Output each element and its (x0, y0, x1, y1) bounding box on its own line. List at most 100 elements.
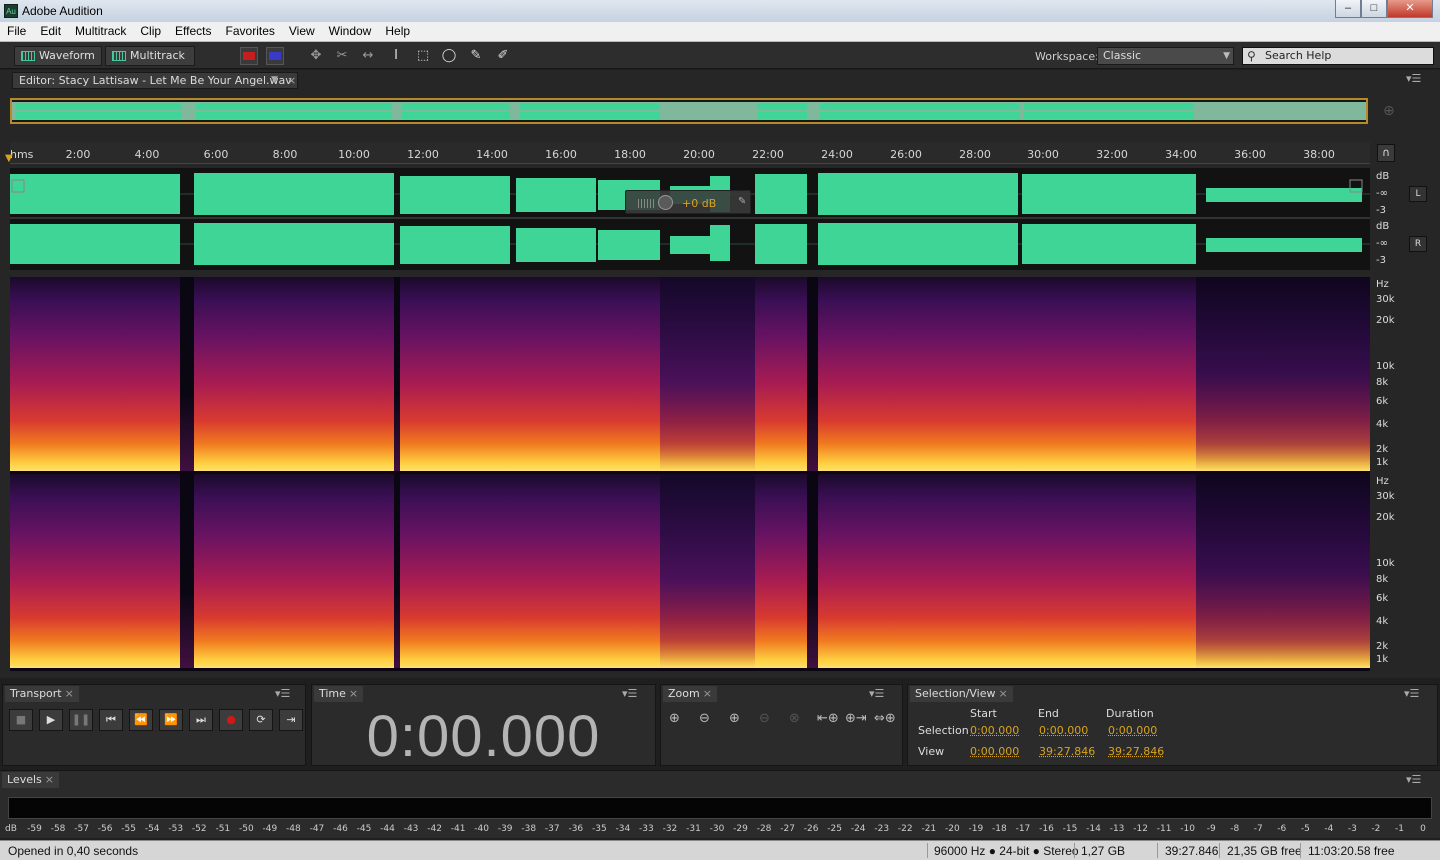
zoom-tab[interactable]: Zoom × (663, 686, 717, 702)
headphones-monitor-button[interactable]: ∩ (1377, 144, 1395, 162)
rewind-button[interactable]: ⏪ (129, 709, 153, 731)
record-button[interactable]: ● (219, 709, 243, 731)
close-tab-icon[interactable]: × (999, 687, 1008, 700)
right-channel-toggle[interactable]: R (1409, 236, 1427, 252)
zoom-in-amplitude-icon[interactable]: ⊕ (669, 711, 680, 726)
play-button[interactable]: ▶ (39, 709, 63, 731)
panel-menu-icon[interactable]: ▾☰ (1404, 687, 1419, 700)
zoom-in-at-start-icon[interactable]: ⇤⊕ (817, 711, 839, 726)
ruler-tick: 14:00 (476, 148, 508, 161)
pause-button[interactable]: ❚❚ (69, 709, 93, 731)
close-tab-icon[interactable]: × (65, 687, 74, 700)
close-editor-tab-icon[interactable]: × (287, 73, 296, 88)
panel-menu-icon[interactable]: ▾☰ (1406, 773, 1421, 786)
window-title: Adobe Audition (22, 4, 103, 18)
menu-clip[interactable]: Clip (133, 22, 168, 41)
spectrogram-gap (394, 474, 400, 668)
playhead-marker-icon[interactable]: ▼ (5, 153, 13, 164)
zoom-out-time-icon[interactable]: ⊖ (759, 711, 770, 726)
workspace-value: Classic (1103, 49, 1142, 62)
close-tab-icon[interactable]: × (349, 687, 358, 700)
spectral-frequency-display-button[interactable] (240, 47, 258, 65)
marquee-selection-tool-icon[interactable]: ⬚ (414, 47, 432, 65)
hud-gain-value: +0 dB (682, 197, 717, 210)
waveform-display[interactable] (10, 168, 1370, 270)
panel-menu-icon[interactable]: ▾☰ (1406, 72, 1421, 85)
close-tab-icon[interactable]: × (45, 773, 54, 786)
close-button[interactable]: ✕ (1387, 0, 1433, 18)
maximize-button[interactable]: □ (1361, 0, 1387, 18)
lasso-selection-tool-icon[interactable]: ◯ (440, 47, 458, 65)
panel-menu-icon[interactable]: ▾☰ (869, 687, 884, 700)
menu-favorites[interactable]: Favorites (219, 22, 282, 41)
menu-file[interactable]: File (0, 22, 33, 41)
view-end-value[interactable]: 39:27.846 (1039, 745, 1095, 758)
level-scale-tick: -54 (144, 824, 160, 834)
amplitude-hud[interactable]: +0 dB ✎ (625, 190, 751, 214)
menu-multitrack[interactable]: Multitrack (68, 22, 133, 41)
free-recording-time: 11:03:20.58 free (1308, 844, 1395, 858)
audio-format: 96000 Hz ● 24-bit ● Stereo (934, 844, 1079, 858)
spectral-pitch-display-button[interactable] (266, 47, 284, 65)
spectral-frequency-display[interactable] (10, 277, 1370, 671)
view-duration-value[interactable]: 39:27.846 (1108, 745, 1164, 758)
zoom-in-time-icon[interactable]: ⊕ (729, 711, 740, 726)
selection-start-value[interactable]: 0:00.000 (970, 724, 1019, 737)
overview-navigator[interactable] (10, 98, 1368, 124)
waveform-view-button[interactable]: Waveform (14, 46, 102, 66)
divider (1300, 843, 1301, 858)
search-help-input[interactable]: ⚲ Search Help (1242, 47, 1434, 65)
menu-view[interactable]: View (282, 22, 322, 41)
editor-tab[interactable]: Editor: Stacy Lattisaw - Let Me Be Your … (12, 72, 298, 89)
menu-window[interactable]: Window (322, 22, 379, 41)
level-scale-tick: -43 (403, 824, 419, 834)
level-scale-tick: -46 (333, 824, 348, 834)
razor-tool-icon[interactable]: ✂ (333, 47, 351, 65)
hz-30k: 30k (1376, 294, 1395, 305)
spot-healing-brush-tool-icon[interactable]: ✐ (494, 47, 512, 65)
level-scale-tick: -6 (1277, 824, 1287, 834)
skip-selection-button[interactable]: ⇥ (279, 709, 303, 731)
loop-playback-button[interactable]: ⟳ (249, 709, 273, 731)
transport-tab[interactable]: Transport × (5, 686, 79, 702)
level-scale-tick: -21 (921, 824, 937, 834)
minimize-button[interactable]: – (1335, 0, 1361, 18)
paintbrush-selection-tool-icon[interactable]: ✎ (467, 47, 485, 65)
levels-tab[interactable]: Levels × (2, 772, 59, 788)
view-start-value[interactable]: 0:00.000 (970, 745, 1019, 758)
pin-icon[interactable]: ✎ (738, 196, 746, 207)
fast-forward-button[interactable]: ⏩ (159, 709, 183, 731)
stop-button[interactable]: ■ (9, 709, 33, 731)
go-to-start-button[interactable]: ⏮ (99, 709, 123, 731)
time-selection-tool-icon[interactable]: I (387, 47, 405, 65)
workspace-dropdown[interactable]: Classic ▼ (1097, 47, 1234, 65)
multitrack-view-button[interactable]: Multitrack (105, 46, 195, 66)
menu-effects[interactable]: Effects (168, 22, 218, 41)
menu-edit[interactable]: Edit (33, 22, 68, 41)
level-scale-tick: -35 (591, 824, 607, 834)
ruler-tick: 24:00 (821, 148, 853, 161)
zoom-in-at-end-icon[interactable]: ⊕⇥ (845, 711, 867, 726)
file-duration: 39:27.846 (1165, 844, 1219, 858)
close-tab-icon[interactable]: × (703, 687, 712, 700)
spectrogram-gap (180, 277, 194, 471)
volume-knob[interactable] (658, 195, 673, 210)
level-scale-tick: -32 (662, 824, 678, 834)
go-to-end-button[interactable]: ⏭ (189, 709, 213, 731)
zoom-out-amplitude-icon[interactable]: ⊖ (699, 711, 710, 726)
level-scale-tick: -51 (215, 824, 231, 834)
panel-menu-icon[interactable]: ▾☰ (275, 687, 290, 700)
selection-view-tab[interactable]: Selection/View × (910, 686, 1013, 702)
menu-help[interactable]: Help (378, 22, 417, 41)
time-ruler[interactable]: hms 2:00 4:00 6:00 8:00 10:00 12:00 14:0… (10, 142, 1370, 164)
move-tool-icon[interactable]: ✥ (307, 47, 325, 65)
left-channel-toggle[interactable]: L (1409, 186, 1427, 202)
slip-tool-icon[interactable]: ↔ (359, 47, 377, 65)
selection-duration-value[interactable]: 0:00.000 (1108, 724, 1157, 737)
panel-menu-icon[interactable]: ▾☰ (622, 687, 637, 700)
file-dropdown-chevron-icon[interactable]: ▼ (271, 73, 278, 88)
time-tab[interactable]: Time × (314, 686, 364, 702)
selection-end-value[interactable]: 0:00.000 (1039, 724, 1088, 737)
zoom-selection-icon[interactable]: ⇔⊕ (874, 711, 896, 726)
zoom-out-full-icon[interactable]: ⊗ (789, 711, 800, 726)
